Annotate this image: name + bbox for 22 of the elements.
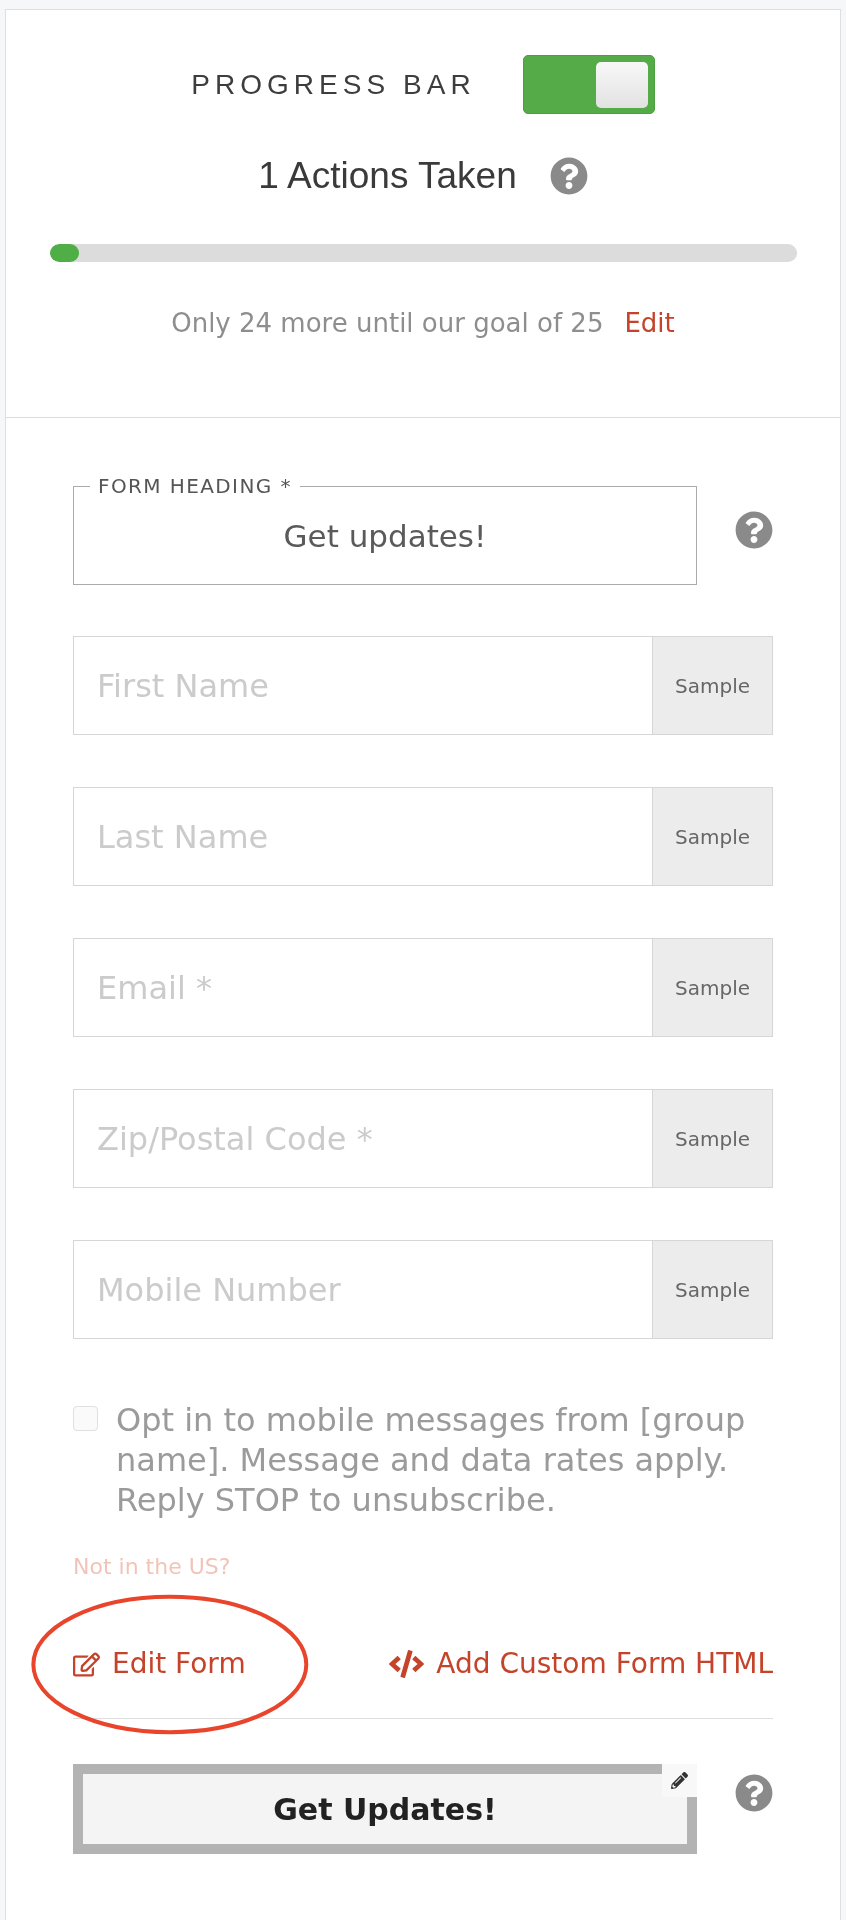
sample-button[interactable]: Sample (652, 787, 773, 886)
submit-button[interactable]: Get Updates! (73, 1764, 697, 1854)
sample-button[interactable]: Sample (652, 1089, 773, 1188)
opt-in-text: Opt in to mobile messages from [group name]. Message and data rates apply. Reply STOP to unsubscribe. (116, 1400, 747, 1520)
field-label: FORM HEADING * (97, 474, 293, 498)
goal-text: Only 24 more until our goal of 25 (171, 307, 604, 340)
actions-count: 1 Actions Taken (258, 154, 517, 198)
help-icon[interactable] (735, 510, 773, 549)
edit-link[interactable]: Edit (624, 305, 675, 341)
pencil-icon[interactable] (662, 1764, 697, 1797)
checkbox[interactable] (73, 1406, 98, 1431)
toggle-switch[interactable] (522, 55, 655, 114)
sample-button[interactable]: Sample (652, 938, 773, 1037)
section-title: PROGRESS BAR (191, 67, 476, 102)
code-icon (389, 1650, 425, 1678)
help-icon[interactable] (549, 157, 588, 195)
help-icon[interactable] (735, 1774, 773, 1812)
sample-button[interactable]: Sample (652, 636, 773, 735)
custom-html-link[interactable]: Add Custom Form HTML (389, 1647, 773, 1681)
edit-icon (73, 1650, 100, 1678)
edit-form-link[interactable]: Edit Form (73, 1647, 246, 1681)
sample-button[interactable]: Sample (652, 1240, 773, 1339)
